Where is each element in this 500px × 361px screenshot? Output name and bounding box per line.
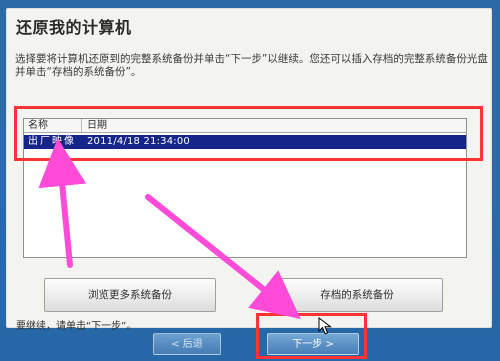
continue-hint-text: 要继续，请单击“下一步”。 <box>16 321 137 332</box>
archived-system-backup-button[interactable]: 存档的系统备份 <box>271 278 443 312</box>
next-button[interactable]: 下一步 > <box>267 333 359 355</box>
list-header-row: 名称 日期 <box>24 119 466 133</box>
system-backup-list[interactable]: 名称 日期 出厂映像 2011/4/18 21:34:00 <box>23 118 467 258</box>
os-screen-background: 还原我的计算机 选择要将计算机还原到的完整系统备份并单击“下一步”以继续。您还可… <box>0 0 500 361</box>
page-title: 还原我的计算机 <box>16 18 132 37</box>
browse-more-backups-button[interactable]: 浏览更多系统备份 <box>44 278 216 312</box>
back-button[interactable]: < 后退 <box>153 333 221 355</box>
instructions-text: 选择要将计算机还原到的完整系统备份并单击“下一步”以继续。您还可以插入存档的完整… <box>15 53 488 78</box>
mouse-cursor-icon <box>318 317 332 335</box>
backup-row-selected[interactable]: 出厂映像 2011/4/18 21:34:00 <box>24 135 466 149</box>
backup-date-cell: 2011/4/18 21:34:00 <box>87 136 190 147</box>
column-header-name[interactable]: 名称 <box>24 119 82 132</box>
backup-name-cell: 出厂映像 <box>28 136 76 147</box>
restore-computer-dialog: 还原我的计算机 选择要将计算机还原到的完整系统备份并单击“下一步”以继续。您还可… <box>6 8 492 332</box>
column-header-date[interactable]: 日期 <box>82 119 466 132</box>
